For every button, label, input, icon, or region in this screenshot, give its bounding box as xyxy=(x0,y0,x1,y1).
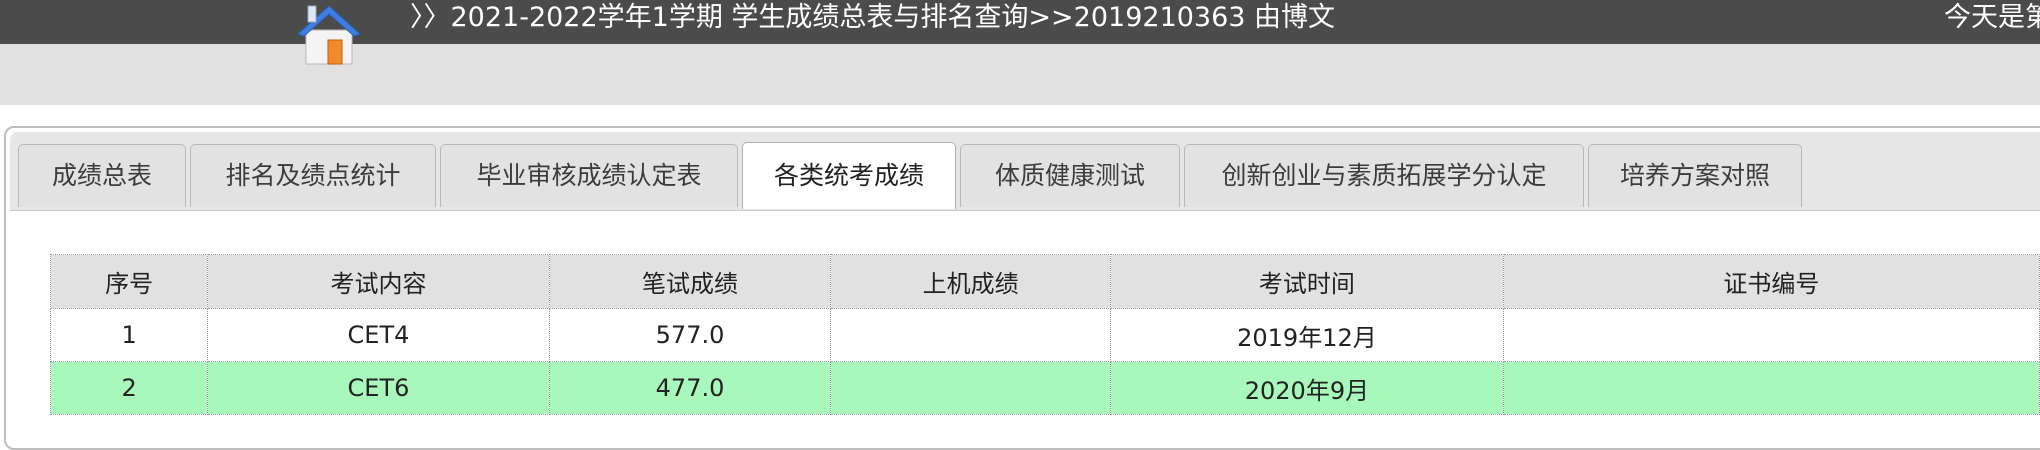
tab-bar: 成绩总表 排名及绩点统计 毕业审核成绩认定表 各类统考成绩 体质健康测试 创新创… xyxy=(10,132,2040,211)
cell-index: 1 xyxy=(49,308,209,362)
cell-exam: CET4 xyxy=(207,308,550,362)
col-header-computer[interactable]: 上机成绩 xyxy=(830,254,1112,309)
today-label: 今天是第 xyxy=(1944,2,2040,33)
tab-graduation-audit[interactable]: 毕业审核成绩认定表 xyxy=(440,144,738,207)
exam-results-table: 序号 考试内容 笔试成绩 上机成绩 考试时间 证书编号 1 CET4 577.0… xyxy=(49,254,2040,415)
cell-certificate xyxy=(1502,308,2040,362)
col-header-written[interactable]: 笔试成绩 xyxy=(548,254,832,309)
cell-computer-score xyxy=(830,361,1112,415)
table-row: 1 CET4 577.0 2019年12月 xyxy=(49,308,2040,362)
home-icon[interactable] xyxy=(292,0,366,68)
table-header-row: 序号 考试内容 笔试成绩 上机成绩 考试时间 证书编号 xyxy=(49,254,2040,309)
cell-computer-score xyxy=(830,308,1112,362)
cell-exam: CET6 xyxy=(207,361,550,415)
table-row: 2 CET6 477.0 2020年9月 xyxy=(49,361,2040,415)
cell-written-score: 577.0 xyxy=(548,308,832,362)
cell-index: 2 xyxy=(49,361,209,415)
tab-innovation-credits[interactable]: 创新创业与素质拓展学分认定 xyxy=(1184,144,1584,207)
tab-ranking-gpa[interactable]: 排名及绩点统计 xyxy=(190,144,436,207)
cell-certificate xyxy=(1502,361,2040,415)
col-header-exam[interactable]: 考试内容 xyxy=(207,254,550,309)
cell-exam-date: 2020年9月 xyxy=(1110,361,1504,415)
col-header-date[interactable]: 考试时间 xyxy=(1110,254,1504,309)
tab-score-summary[interactable]: 成绩总表 xyxy=(18,144,186,207)
tab-fitness-test[interactable]: 体质健康测试 xyxy=(960,144,1180,207)
tab-unified-exams[interactable]: 各类统考成绩 xyxy=(742,142,956,209)
col-header-certificate[interactable]: 证书编号 xyxy=(1502,254,2040,309)
cell-written-score: 477.0 xyxy=(548,361,832,415)
tab-curriculum-compare[interactable]: 培养方案对照 xyxy=(1588,144,1802,207)
breadcrumb: 〉〉2021-2022学年1学期 学生成绩总表与排名查询>>2019210363… xyxy=(410,2,1336,33)
cell-exam-date: 2019年12月 xyxy=(1110,308,1504,362)
col-header-index[interactable]: 序号 xyxy=(49,254,209,309)
